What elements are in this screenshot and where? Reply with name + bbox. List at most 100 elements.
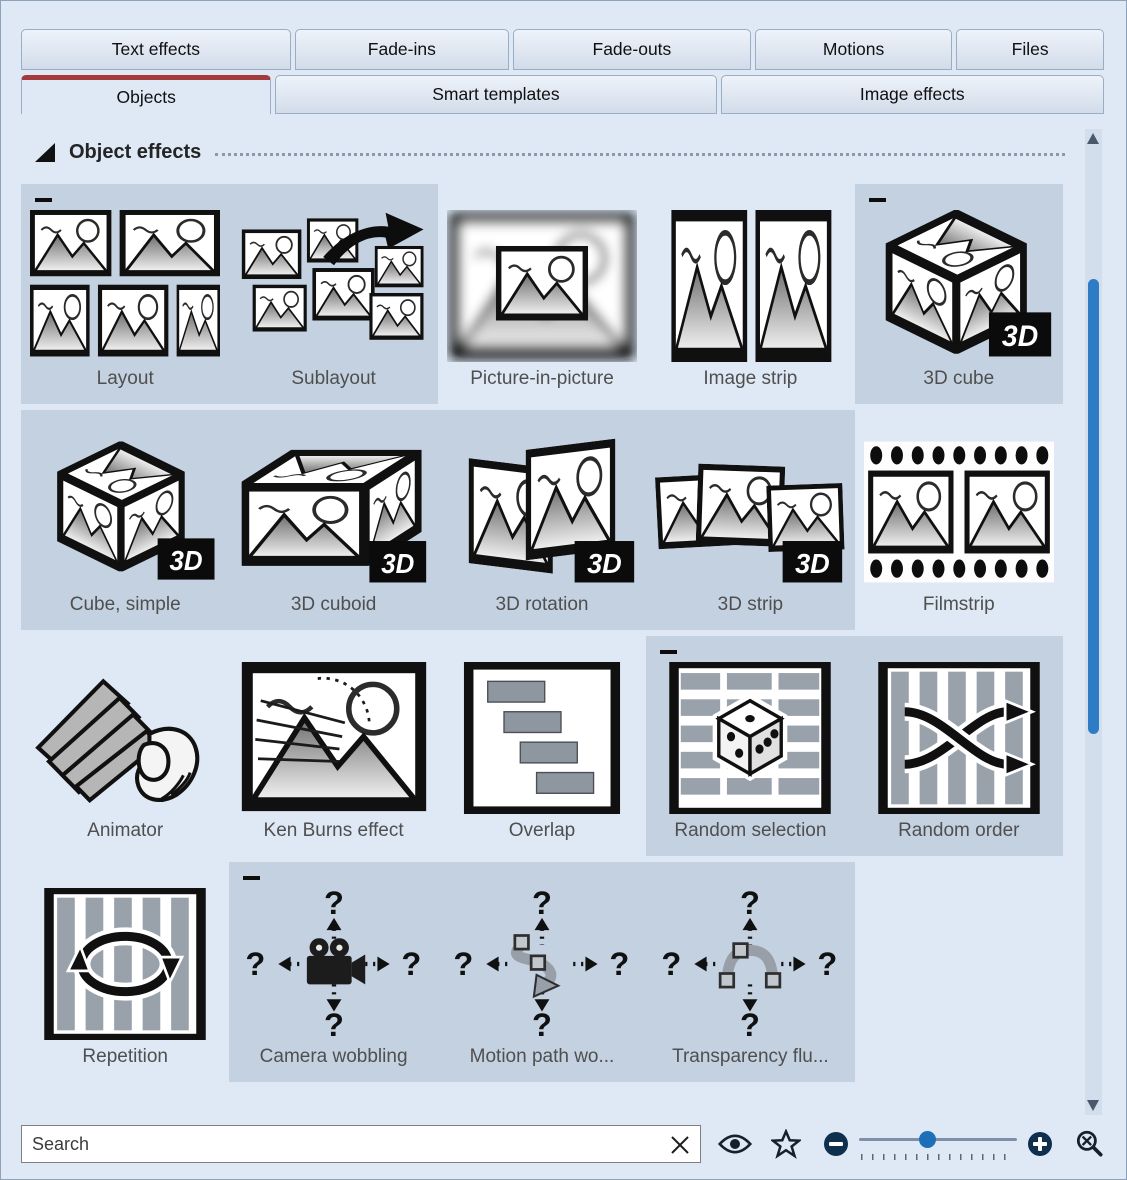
search-input[interactable] [22,1126,700,1162]
effect-item-overlap[interactable]: Overlap [438,636,646,856]
filmstrip-icon [864,436,1054,588]
effect-item-image-strip[interactable]: Image strip [646,184,854,404]
picture-in-picture-icon [447,210,637,362]
effects-panel: Text effects Fade-ins Fade-outs Motions … [0,0,1127,1180]
tab-row-upper: Text effects Fade-ins Fade-outs Motions … [21,29,1104,70]
tab-smart-templates[interactable]: Smart templates [275,75,716,114]
effect-label: 3D cuboid [291,594,377,616]
3d-badge-icon [369,541,426,582]
preview-eye-icon[interactable] [717,1132,753,1156]
effect-item-picture-in-picture[interactable]: Picture-in-picture [438,184,646,404]
effect-item-random-order[interactable]: Random order [855,636,1063,856]
effect-item-cube-simple[interactable]: Cube, simple [21,410,229,630]
reset-zoom-icon[interactable] [1073,1128,1105,1160]
collapse-group-icon[interactable] [869,198,886,202]
thumbnail-size-slider[interactable] [859,1128,1017,1160]
scroll-up-arrow-icon[interactable] [1087,133,1099,144]
camera-wobbling-icon [239,888,429,1040]
collapse-group-icon[interactable] [243,876,260,880]
tab-motions[interactable]: Motions [755,29,952,70]
bottom-toolbar [21,1122,1111,1166]
sublayout-icon [239,210,429,362]
slider-thumb[interactable] [919,1131,936,1148]
effect-item-transparency-fluctuation[interactable]: Transparency flu... [646,862,854,1082]
effect-label: Picture-in-picture [470,368,614,390]
tab-label: Text effects [112,39,200,60]
slider-track[interactable] [859,1138,1017,1141]
motion-path-wobbling-icon [447,888,637,1040]
3d-badge-icon [989,312,1051,356]
effect-label: Repetition [82,1046,168,1068]
effect-label: Random order [898,820,1019,842]
3d-cuboid-icon [239,436,429,588]
transparency-fluctuation-icon [655,888,845,1040]
effect-label: Camera wobbling [260,1046,408,1068]
scroll-down-arrow-icon[interactable] [1087,1100,1099,1111]
3d-rotation-icon [447,436,637,588]
effect-label: Sublayout [291,368,376,390]
effect-item-3d-strip[interactable]: 3D strip [646,410,854,630]
3d-badge-icon [783,541,843,582]
tab-label: Fade-ins [368,39,436,60]
vertical-scrollbar[interactable] [1085,129,1102,1115]
effect-item-animator[interactable]: Animator [21,636,229,856]
tab-label: Objects [117,87,176,108]
random-selection-icon [655,662,845,814]
tab-objects-active[interactable]: Objects [21,75,271,114]
image-strip-icon [655,210,845,362]
effect-label: Transparency flu... [672,1046,829,1068]
ken-burns-icon [239,662,429,814]
effect-label: Animator [87,820,163,842]
tab-label: Fade-outs [593,39,672,60]
collapse-group-icon[interactable] [35,198,52,202]
effect-label: Ken Burns effect [264,820,404,842]
tab-fade-ins[interactable]: Fade-ins [295,29,509,70]
effect-label: Motion path wo... [470,1046,615,1068]
tab-files[interactable]: Files [956,29,1104,70]
repetition-icon [30,888,220,1040]
overlap-icon [447,662,637,814]
effect-item-layout[interactable]: Layout [21,184,229,404]
section-title: Object effects [69,141,201,164]
effect-item-ken-burns[interactable]: Ken Burns effect [229,636,437,856]
effect-label: Filmstrip [923,594,995,616]
collapse-group-icon[interactable] [660,650,677,654]
effect-label: Overlap [509,820,576,842]
3d-badge-icon [575,541,635,582]
tab-label: Files [1012,39,1049,60]
cube-simple-icon [30,436,220,588]
3d-strip-icon [655,436,845,588]
tab-text-effects[interactable]: Text effects [21,29,291,70]
effects-grid: Layout Sublayout Picture-in-picture [21,184,1063,1082]
search-box [21,1125,701,1163]
effect-item-3d-cuboid[interactable]: 3D cuboid [229,410,437,630]
effect-item-filmstrip[interactable]: Filmstrip [855,410,1063,630]
effect-label: 3D cube [923,368,994,390]
tab-image-effects[interactable]: Image effects [721,75,1105,114]
effect-label: 3D rotation [496,594,589,616]
effect-label: Image strip [703,368,797,390]
tab-fade-outs[interactable]: Fade-outs [513,29,751,70]
favorites-star-icon[interactable] [771,1129,801,1159]
effect-label: Cube, simple [70,594,181,616]
clear-search-icon[interactable] [668,1133,692,1157]
effect-item-repetition[interactable]: Repetition [21,862,229,1082]
zoom-out-button[interactable] [823,1131,849,1157]
slider-ticks [861,1154,1015,1160]
random-order-icon [864,662,1054,814]
effect-item-random-selection[interactable]: Random selection [646,636,854,856]
tab-row-lower: Objects Smart templates Image effects [21,75,1104,114]
effect-item-motion-path-wobbling[interactable]: Motion path wo... [438,862,646,1082]
section-divider-dots [215,153,1065,156]
scrollbar-thumb[interactable] [1088,279,1099,734]
tab-label: Motions [823,39,884,60]
effect-item-camera-wobbling[interactable]: Camera wobbling [229,862,437,1082]
collapse-triangle-icon[interactable] [35,143,55,162]
effect-label: 3D strip [718,594,783,616]
zoom-in-button[interactable] [1027,1131,1053,1157]
effect-item-3d-rotation[interactable]: 3D rotation [438,410,646,630]
effect-item-sublayout[interactable]: Sublayout [229,184,437,404]
effect-item-3d-cube[interactable]: 3D cube [855,184,1063,404]
section-header: Object effects [35,141,1065,164]
layout-icon [30,210,220,362]
